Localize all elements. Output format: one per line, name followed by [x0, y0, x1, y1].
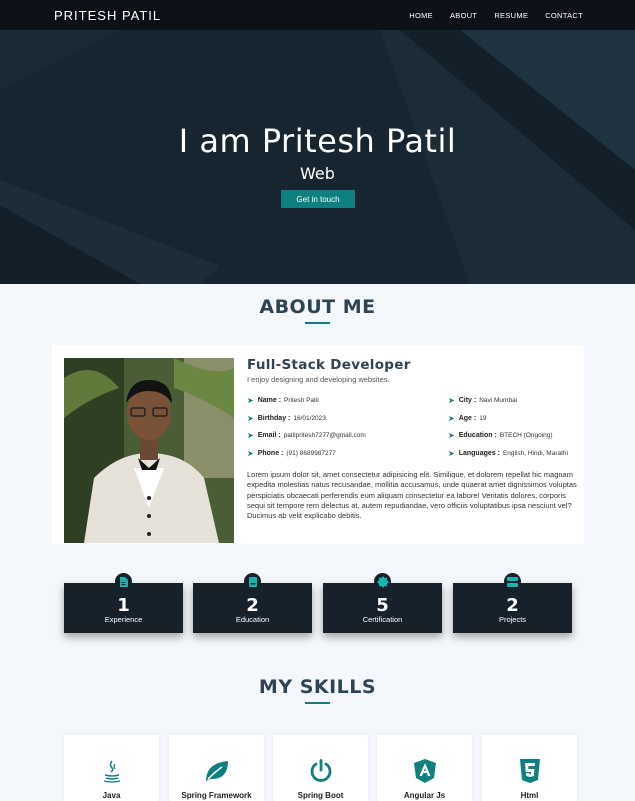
- nav-links: HOME ABOUT RESUME CONTACT: [409, 11, 583, 20]
- hero-title: I am Pritesh Patil: [178, 122, 457, 160]
- stat-label: Experience: [104, 615, 143, 624]
- arrow-right-icon: ➤: [247, 414, 254, 423]
- arrow-right-icon: ➤: [247, 431, 254, 440]
- role-title: Full-Stack Developer: [247, 357, 411, 373]
- arrow-right-icon: ➤: [448, 449, 455, 458]
- role-tagline: I enjoy designing and developing website…: [247, 375, 390, 384]
- stat-card-education: 2 Education: [193, 573, 312, 633]
- arrow-right-icon: ➤: [448, 414, 455, 423]
- arrow-right-icon: ➤: [247, 396, 254, 405]
- info-phone: ➤ Phone : (91) 8689987277: [247, 449, 336, 458]
- about-heading-underline: [305, 322, 330, 324]
- info-languages: ➤ Languages : English, Hindi, Marathi: [448, 449, 568, 458]
- file-icon: [115, 573, 132, 590]
- stat-card-projects: 2 Projects: [453, 573, 572, 633]
- stat-number: 2: [246, 595, 259, 616]
- info-email: ➤ Email : patilpritesh7277@gmail.com: [247, 431, 366, 440]
- stat-label: Projects: [498, 615, 527, 624]
- java-icon: [64, 759, 159, 783]
- skill-card-spring-boot[interactable]: Spring Boot: [273, 735, 368, 801]
- skill-name: Java: [102, 791, 121, 800]
- nav-link-home[interactable]: HOME: [409, 11, 433, 20]
- stat-label: Education: [235, 615, 270, 624]
- certificate-badge-icon: [374, 573, 391, 590]
- power-icon: [273, 759, 368, 783]
- skill-name: Spring Framework: [181, 791, 252, 800]
- skill-name: Html: [520, 791, 539, 800]
- about-paragraph: Lorem ipsum dolor sit, amet consectetur …: [247, 470, 577, 521]
- info-age: ➤ Age : 19: [448, 414, 487, 423]
- book-icon: [244, 573, 261, 590]
- profile-photo: [64, 358, 234, 543]
- skill-card-spring-framework[interactable]: Spring Framework: [169, 735, 264, 801]
- info-name: ➤ Name : Pritesh Patil: [247, 396, 319, 405]
- arrow-right-icon: ➤: [448, 431, 455, 440]
- info-birthday: ➤ Birthday : 16/01/2023: [247, 414, 326, 423]
- skill-card-java[interactable]: Java: [64, 735, 159, 801]
- html5-icon: [482, 759, 577, 783]
- stat-card-experience: 1 Experience: [64, 573, 183, 633]
- info-education: ➤ Education : BTECH (Ongoing): [448, 431, 553, 440]
- about-card: Full-Stack Developer I enjoy designing a…: [52, 345, 584, 544]
- angular-icon: [377, 759, 472, 783]
- stat-number: 2: [506, 595, 519, 616]
- info-city: ➤ City : Navi Mumbai: [448, 396, 518, 405]
- get-in-touch-button[interactable]: Get in touch: [281, 190, 355, 208]
- skill-card-angular-js[interactable]: Angular Js: [377, 735, 472, 801]
- skill-card-html[interactable]: Html: [482, 735, 577, 801]
- skill-name: Spring Boot: [297, 791, 344, 800]
- hero-subtitle: Web: [300, 164, 335, 183]
- spring-leaf-icon: [169, 759, 264, 783]
- stat-label: Certification: [362, 615, 403, 624]
- stat-number: 1: [117, 595, 130, 616]
- nav-link-resume[interactable]: RESUME: [494, 11, 528, 20]
- stat-number: 5: [376, 595, 389, 616]
- server-icon: [504, 573, 521, 590]
- hero-section: I am Pritesh Patil Web Get in touch: [0, 30, 635, 284]
- about-heading: ABOUT ME: [259, 296, 376, 318]
- skills-heading-underline: [305, 702, 330, 704]
- skill-name: Angular Js: [403, 791, 446, 800]
- brand-logo[interactable]: PRITESH PATIL: [54, 8, 161, 23]
- nav-link-about[interactable]: ABOUT: [450, 11, 477, 20]
- arrow-right-icon: ➤: [448, 396, 455, 405]
- nav-link-contact[interactable]: CONTACT: [545, 11, 583, 20]
- arrow-right-icon: ➤: [247, 449, 254, 458]
- top-navbar: PRITESH PATIL HOME ABOUT RESUME CONTACT: [0, 0, 635, 30]
- skills-heading: MY SKILLS: [258, 676, 377, 698]
- stat-card-certification: 5 Certification: [323, 573, 442, 633]
